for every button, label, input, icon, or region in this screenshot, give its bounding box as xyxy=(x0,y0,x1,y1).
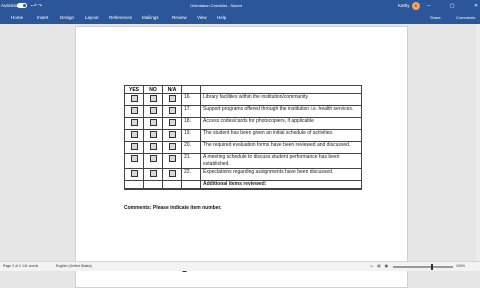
additional-items-label: Additional items reviewed: xyxy=(200,180,362,189)
table-row: 19. The student has been given an initia… xyxy=(124,129,362,142)
checkbox-no[interactable] xyxy=(149,131,157,138)
checkbox-na[interactable] xyxy=(168,143,176,150)
checklist-table: YES NO N/A 16. Library facilities within… xyxy=(124,85,362,190)
checkbox-no[interactable] xyxy=(149,170,157,177)
tab-help[interactable]: Help xyxy=(217,12,226,23)
document-page[interactable]: YES NO N/A 16. Library facilities within… xyxy=(75,26,408,288)
tab-home[interactable]: Home xyxy=(11,12,23,23)
item-number: 21. xyxy=(181,153,201,169)
table-row: 16. Library facilities within the instit… xyxy=(124,93,362,106)
checkbox-na[interactable] xyxy=(168,107,176,114)
checkbox-na[interactable] xyxy=(168,95,176,102)
item-number: 20. xyxy=(181,141,201,154)
comments-button[interactable]: Comments xyxy=(456,13,475,22)
table-row: 20. The required evaluation forms have b… xyxy=(124,141,362,154)
checkbox-na[interactable] xyxy=(168,155,176,162)
checkbox-yes[interactable] xyxy=(130,107,138,114)
zoom-slider[interactable] xyxy=(393,264,453,270)
header-yes: YES xyxy=(124,85,144,94)
comments-label: Comments: Please indicate item number. xyxy=(124,205,222,211)
quick-access-toolbar[interactable]: ▪↶↷ xyxy=(31,0,43,12)
document-title: Orientation Checklist - Saved xyxy=(190,3,242,8)
table-row: Additional items reviewed: xyxy=(124,180,362,189)
autosave-toggle[interactable] xyxy=(17,3,27,8)
item-number: 22. xyxy=(181,168,201,181)
item-number: 17. xyxy=(181,105,201,118)
checkbox-yes[interactable] xyxy=(130,170,138,177)
tab-insert[interactable]: Insert xyxy=(37,12,48,23)
checkbox-yes[interactable] xyxy=(130,155,138,162)
tab-mailings[interactable]: Mailings xyxy=(142,12,159,23)
item-text: The required evaluation forms have been … xyxy=(200,141,362,154)
table-row: 22. Expectations regarding assignments h… xyxy=(124,168,362,181)
item-number: 16. xyxy=(181,93,201,106)
checkbox-no[interactable] xyxy=(149,95,157,102)
vertical-scrollbar[interactable] xyxy=(476,24,480,261)
item-number: 18. xyxy=(181,117,201,130)
checkbox-yes[interactable] xyxy=(130,95,138,102)
header-item xyxy=(200,85,362,94)
checkbox-yes[interactable] xyxy=(130,119,138,126)
tab-design[interactable]: Design xyxy=(60,12,74,23)
window-controls[interactable]: ─ ▢ ✕ xyxy=(427,0,480,12)
tab-review[interactable]: Review xyxy=(172,12,187,23)
item-text: A meeting schedule to discuss student pe… xyxy=(200,153,362,169)
checkbox-yes[interactable] xyxy=(130,131,138,138)
checkbox-no[interactable] xyxy=(149,119,157,126)
tab-view[interactable]: View xyxy=(197,12,207,23)
document-canvas[interactable]: YES NO N/A 16. Library facilities within… xyxy=(0,24,480,288)
redo-icon[interactable]: ↷ xyxy=(38,3,43,8)
header-num xyxy=(181,85,201,94)
table-row: 17. Support programs offered through the… xyxy=(124,105,362,118)
header-no: NO xyxy=(143,85,163,94)
share-button[interactable]: Share xyxy=(430,13,441,22)
item-number: 19. xyxy=(181,129,201,142)
checkbox-no[interactable] xyxy=(149,107,157,114)
ribbon-tabs: Home Insert Design Layout References Mai… xyxy=(0,12,480,24)
checkbox-na[interactable] xyxy=(168,119,176,126)
title-bar: AutoSave ▪↶↷ Orientation Checklist - Sav… xyxy=(0,0,480,12)
table-row: 21. A meeting schedule to discuss studen… xyxy=(124,153,362,169)
tab-references[interactable]: References xyxy=(109,12,132,23)
checkbox-na[interactable] xyxy=(168,131,176,138)
item-text: Access codes/cards for photocopiers, if … xyxy=(200,117,362,130)
checkbox-no[interactable] xyxy=(149,143,157,150)
item-text: Support programs offered through the ins… xyxy=(200,105,362,118)
table-row xyxy=(124,188,362,190)
item-text: Expectations regarding assignments have … xyxy=(200,168,362,181)
user-name[interactable]: Kathy xyxy=(398,0,410,12)
avatar[interactable]: K xyxy=(412,2,420,10)
zoom-thumb[interactable] xyxy=(431,264,433,270)
checkbox-no[interactable] xyxy=(149,155,157,162)
tab-layout[interactable]: Layout xyxy=(85,12,99,23)
checkbox-yes[interactable] xyxy=(130,143,138,150)
header-na: N/A xyxy=(162,85,182,94)
item-text: The student has been given an initial sc… xyxy=(200,129,362,142)
item-text: Library facilities within the institutio… xyxy=(200,93,362,106)
table-row: 18. Access codes/cards for photocopiers,… xyxy=(124,117,362,130)
checkbox-na[interactable] xyxy=(168,170,176,177)
